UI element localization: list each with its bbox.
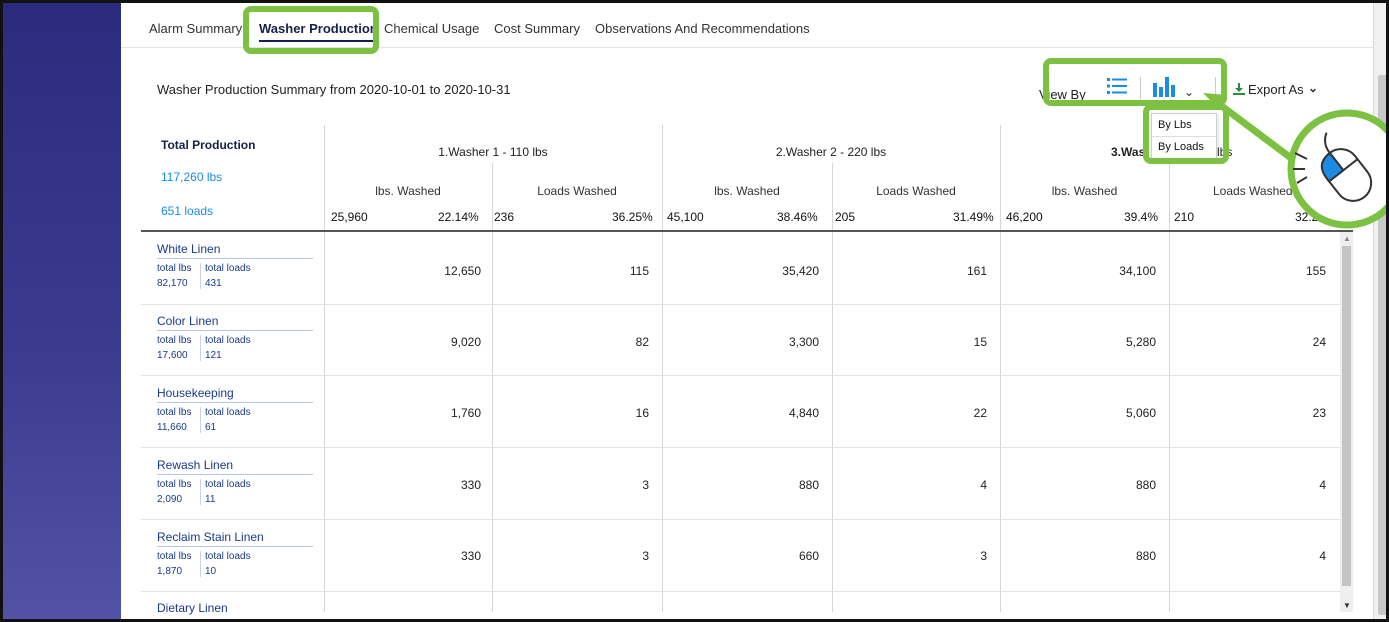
table-cell: 3 bbox=[642, 478, 649, 492]
table-cell: 82 bbox=[635, 335, 649, 349]
table-cell: 3,300 bbox=[788, 335, 819, 349]
w2-loads-total: 205 bbox=[835, 210, 856, 224]
page-title: Washer Production Summary from 2020-10-0… bbox=[157, 82, 511, 97]
tab-cost-summary[interactable]: Cost Summary bbox=[494, 21, 580, 36]
washer-2-header: 2.Washer 2 - 220 lbs bbox=[775, 145, 887, 159]
list-view-icon[interactable] bbox=[1107, 77, 1127, 95]
view-by-label: View By bbox=[1039, 87, 1086, 102]
table-cell: 35,420 bbox=[782, 264, 819, 278]
table-cell: 4 bbox=[1319, 549, 1326, 563]
table-cell: 1,760 bbox=[450, 406, 481, 420]
total-loads: 651 loads bbox=[161, 204, 214, 218]
total-lbs: 117,260 lbs bbox=[161, 170, 223, 184]
table-cell: 16 bbox=[635, 406, 649, 420]
option-by-lbs[interactable]: By Lbs bbox=[1158, 119, 1192, 131]
w2-lbs-header: lbs. Washed bbox=[714, 184, 780, 198]
w1-lbs-header: lbs. Washed bbox=[375, 184, 441, 198]
w2-lbs-pct: 38.46% bbox=[777, 210, 818, 224]
main-panel: Alarm Summary Washer Production Chemical… bbox=[121, 3, 1373, 619]
table-cell: 4,840 bbox=[788, 406, 819, 420]
w3-lbs-header: lbs. Washed bbox=[1051, 184, 1118, 198]
table-cell: 115 bbox=[629, 264, 649, 278]
table-cell: 23 bbox=[1312, 406, 1326, 420]
table-cell: 4 bbox=[980, 478, 987, 492]
table-cell: 24 bbox=[1312, 335, 1326, 349]
table-cell: 4 bbox=[1319, 478, 1326, 492]
w2-loads-header: Loads Washed bbox=[876, 184, 956, 198]
w3-loads-header: Loads Washed bbox=[1213, 184, 1293, 198]
w1-lbs-total: 25,960 bbox=[331, 210, 368, 224]
app-window: Alarm Summary Washer Production Chemical… bbox=[0, 0, 1389, 622]
w1-lbs-pct: 22.14% bbox=[438, 210, 479, 224]
w2-loads-pct: 31.49% bbox=[953, 210, 994, 224]
mouse-click-icon bbox=[1287, 109, 1386, 229]
table-cell: 15 bbox=[973, 335, 987, 349]
table-cell: 5,280 bbox=[1125, 335, 1156, 349]
w3-loads-total: 210 bbox=[1174, 210, 1195, 224]
table-cell: 660 bbox=[798, 549, 819, 563]
row-name[interactable]: Reclaim Stain Linen bbox=[157, 530, 264, 544]
table-cell: 155 bbox=[1305, 264, 1326, 278]
tab-bar: Alarm Summary Washer Production Chemical… bbox=[121, 3, 1373, 48]
row-name[interactable]: Housekeeping bbox=[157, 386, 234, 400]
tab-washer-production[interactable]: Washer Production bbox=[259, 21, 378, 42]
w3-lbs-pct: 39.4% bbox=[1124, 210, 1159, 224]
table-cell: 12,650 bbox=[444, 264, 481, 278]
left-sidebar bbox=[3, 3, 121, 619]
table-cell: 330 bbox=[460, 549, 481, 563]
table-cell: 3 bbox=[980, 549, 987, 563]
table-cell: 880 bbox=[1135, 549, 1156, 563]
bar-chart-icon[interactable] bbox=[1153, 77, 1179, 97]
w3-lbs-total: 46,200 bbox=[1006, 210, 1043, 224]
page-scrollbar[interactable] bbox=[1373, 3, 1386, 619]
table-cell: 880 bbox=[1135, 478, 1156, 492]
chevron-down-icon[interactable]: ⌄ bbox=[1184, 85, 1194, 99]
table-scrollbar[interactable]: ▲ ▼ bbox=[1340, 232, 1353, 612]
row-name[interactable]: Dietary Linen bbox=[157, 601, 228, 615]
table-cell: 34,100 bbox=[1119, 264, 1156, 278]
washer-1-header: 1.Washer 1 - 110 lbs bbox=[438, 145, 548, 159]
row-name[interactable]: White Linen bbox=[157, 242, 220, 256]
w1-loads-header: Loads Washed bbox=[537, 184, 617, 198]
toolbar-divider bbox=[1140, 77, 1141, 99]
table-cell: 3 bbox=[642, 549, 649, 563]
w2-lbs-total: 45,100 bbox=[667, 210, 704, 224]
table-cell: 22 bbox=[973, 406, 987, 420]
row-name[interactable]: Rewash Linen bbox=[157, 458, 233, 472]
tab-observations[interactable]: Observations And Recommendations bbox=[595, 21, 810, 36]
table-cell: 161 bbox=[966, 264, 987, 278]
table-cell: 9,020 bbox=[450, 335, 481, 349]
row-name[interactable]: Color Linen bbox=[157, 314, 218, 328]
w1-loads-total: 236 bbox=[494, 210, 515, 224]
table-cell: 330 bbox=[460, 478, 481, 492]
table-cell: 5,060 bbox=[1125, 406, 1156, 420]
w1-loads-pct: 36.25% bbox=[612, 210, 653, 224]
total-production-label: Total Production bbox=[161, 138, 256, 152]
tab-chemical-usage[interactable]: Chemical Usage bbox=[384, 21, 479, 36]
tab-alarm-summary[interactable]: Alarm Summary bbox=[149, 21, 242, 36]
header-divider bbox=[141, 230, 1353, 232]
table-cell: 880 bbox=[798, 478, 819, 492]
option-by-loads[interactable]: By Loads bbox=[1158, 141, 1204, 153]
washer-3-header: 3.Was bbox=[1111, 145, 1146, 159]
